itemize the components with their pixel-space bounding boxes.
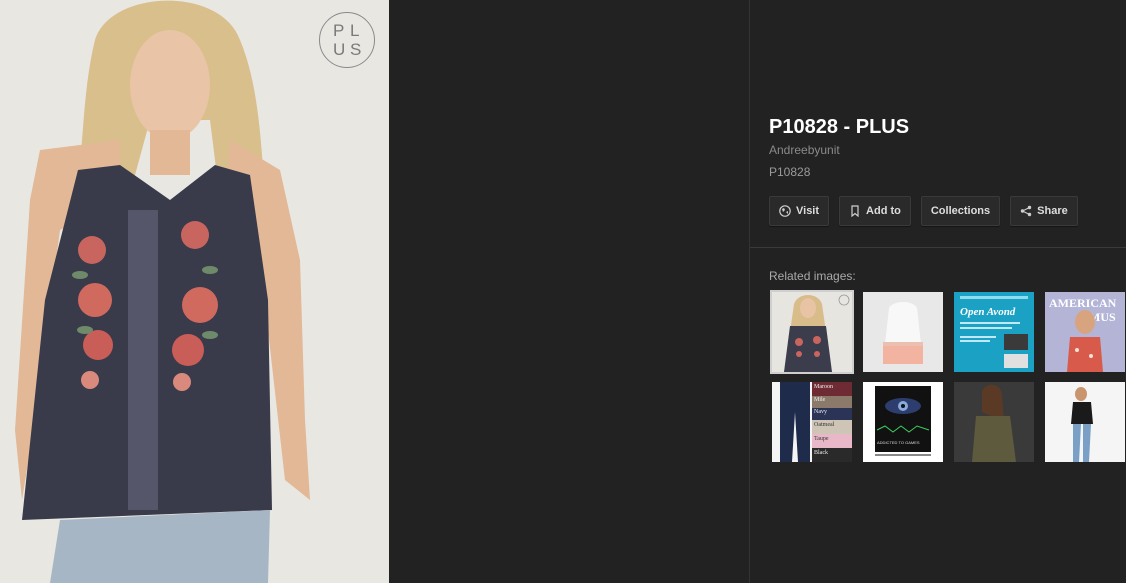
action-bar: Visit Add to Collections Share	[769, 196, 1078, 226]
add-to-button[interactable]: Add to	[839, 196, 911, 226]
visit-button[interactable]: Visit	[769, 196, 830, 226]
collections-button[interactable]: Collections	[920, 196, 1001, 226]
divider	[750, 247, 1126, 248]
related-thumb[interactable]: AMERICAN MUS	[1045, 292, 1125, 372]
plus-logo: P L U S	[319, 12, 375, 68]
related-thumb[interactable]: Maroon Mile Navy Oatmeal Taupe Black	[772, 382, 852, 462]
thumb-image	[780, 382, 852, 462]
backdrop	[389, 0, 749, 583]
image-source[interactable]: Andreebyunit	[769, 143, 840, 157]
image-caption: P10828	[769, 165, 811, 179]
add-to-label: Add to	[866, 205, 901, 217]
related-thumb[interactable]	[863, 292, 943, 372]
logo-letter: U	[333, 40, 346, 59]
thumb-image	[863, 292, 943, 372]
related-images-label: Related images:	[769, 269, 856, 283]
bookmark-icon	[851, 205, 859, 217]
thumb-text: ADDICTED TO GAMES	[877, 440, 920, 445]
main-image[interactable]	[0, 0, 389, 583]
share-label: Share	[1037, 205, 1068, 217]
related-thumb[interactable]	[954, 382, 1034, 462]
thumb-image	[772, 292, 852, 372]
thumb-image	[1045, 382, 1125, 462]
color-swatch-label: Taupe	[814, 436, 829, 442]
collections-label: Collections	[930, 205, 991, 217]
color-swatch-label: Oatmeal	[814, 422, 835, 428]
globe-icon	[779, 205, 791, 217]
visit-label: Visit	[796, 205, 820, 217]
details-panel: P10828 - PLUS Andreebyunit P10828 Visit …	[749, 0, 1126, 583]
related-thumb[interactable]	[1045, 382, 1125, 462]
image-title: P10828 - PLUS	[769, 116, 910, 138]
color-swatch-label: Black	[814, 450, 828, 456]
thumb-image	[960, 296, 1028, 368]
share-icon	[1020, 205, 1032, 217]
related-thumb[interactable]	[770, 290, 854, 374]
thumb-image	[875, 386, 931, 456]
related-thumb[interactable]: ADDICTED TO GAMES	[863, 382, 943, 462]
logo-letter: P	[333, 21, 345, 40]
model-photo	[0, 0, 389, 583]
share-button[interactable]: Share	[1010, 196, 1078, 226]
logo-letter: L	[350, 21, 360, 40]
logo-letter: S	[350, 40, 362, 59]
thumb-image	[1067, 310, 1103, 372]
thumb-image	[954, 382, 1034, 462]
color-swatch-label: Mile	[814, 397, 826, 403]
color-swatch-label: Maroon	[814, 384, 833, 390]
color-swatch-label: Navy	[814, 409, 827, 415]
related-thumb[interactable]: Open Avond	[954, 292, 1034, 372]
